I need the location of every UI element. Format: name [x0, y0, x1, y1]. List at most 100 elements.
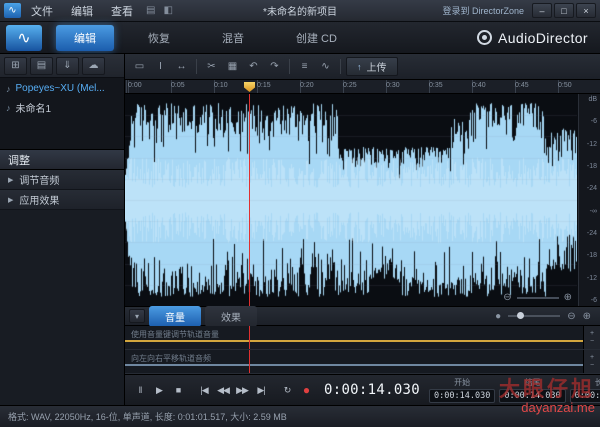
- sidebar-empty-area: [0, 210, 124, 405]
- record-button[interactable]: ●: [297, 380, 315, 400]
- range-tool-icon[interactable]: ↔: [172, 58, 191, 76]
- playhead-marker[interactable]: [244, 82, 255, 92]
- project-title: *未命名的新项目: [263, 3, 337, 18]
- time-tick: 0:20: [300, 82, 314, 89]
- waveform-view-icon[interactable]: ∿: [316, 58, 335, 76]
- zoom-out-icon[interactable]: ⊖: [503, 292, 511, 303]
- capture-icon[interactable]: ▤: [143, 5, 158, 16]
- toolbar-divider: [289, 59, 290, 74]
- upload-button[interactable]: ↑ 上传: [346, 57, 398, 76]
- loop-button[interactable]: ↻: [278, 380, 296, 400]
- audiodirector-window: ∿ 文件 编辑 查看 ▤ ◧ *未命名的新项目 登录到 DirectorZone…: [0, 0, 600, 427]
- bottom-panel-header: ▾ 音量 效果 ● ⊖ ⊕: [125, 306, 600, 326]
- db-scale: dB -6 -12 -18 -24 -∞ -24 -18 -12 -6: [578, 94, 600, 306]
- minus-icon[interactable]: −: [590, 338, 594, 345]
- zoom-out-icon[interactable]: ⊖: [567, 311, 575, 322]
- minimize-button[interactable]: –: [532, 3, 552, 18]
- go-to-start-button[interactable]: |◀: [195, 380, 213, 400]
- collapse-panel-icon[interactable]: ▾: [129, 309, 145, 323]
- apply-effects-expander[interactable]: ▶ 应用效果: [0, 190, 124, 210]
- ibeam-tool-icon[interactable]: I: [151, 58, 170, 76]
- menu-file[interactable]: 文件: [23, 1, 61, 21]
- zoom-slider[interactable]: [517, 297, 559, 299]
- audiodirector-logo-icon: [477, 30, 492, 45]
- playhead-line[interactable]: [249, 94, 250, 306]
- length-label: 长度: [595, 377, 600, 388]
- waveform-canvas[interactable]: [125, 94, 577, 306]
- adjust-audio-expander[interactable]: ▶ 调节音频: [0, 170, 124, 190]
- stop-button[interactable]: ■: [169, 380, 187, 400]
- pause-button[interactable]: ‖: [131, 380, 149, 400]
- slider-knob[interactable]: [517, 312, 524, 319]
- toolbar-divider: [340, 59, 341, 74]
- db-label: -12: [582, 275, 597, 282]
- go-to-end-button[interactable]: ▶|: [252, 380, 270, 400]
- cloud-icon[interactable]: ☁: [82, 57, 105, 75]
- pan-keyframe-lane[interactable]: 向左向右平移轨道音频 + −: [125, 350, 600, 374]
- time-tick: 0:05: [171, 82, 185, 89]
- tab-mix[interactable]: 混音: [204, 25, 262, 51]
- volume-keyframe-lane[interactable]: 使用音量键调节轨道音量 + −: [125, 326, 600, 350]
- tab-create-cd[interactable]: 创建 CD: [278, 25, 355, 51]
- select-tool-icon[interactable]: ▭: [130, 58, 149, 76]
- paste-icon[interactable]: ▦: [223, 58, 242, 76]
- menu-view[interactable]: 查看: [103, 1, 141, 21]
- minus-icon[interactable]: −: [590, 362, 594, 369]
- play-button[interactable]: ▶: [150, 380, 168, 400]
- tab-edit[interactable]: 编辑: [56, 25, 114, 51]
- adjust-panel-header: 调整: [0, 150, 124, 170]
- zoom-in-icon[interactable]: ⊕: [583, 311, 591, 322]
- title-bar: ∿ 文件 编辑 查看 ▤ ◧ *未命名的新项目 登录到 DirectorZone…: [0, 0, 600, 22]
- waveform-view[interactable]: dB -6 -12 -18 -24 -∞ -24 -18 -12 -6 ⊖ ⊕: [125, 94, 600, 306]
- time-tick: 0:40: [472, 82, 486, 89]
- music-note-icon: ♪: [6, 84, 11, 94]
- undo-icon[interactable]: ↶: [244, 58, 263, 76]
- transport-bar: ‖ ▶ ■ |◀ ◀◀ ▶▶ ▶| ↻ ● 0:00:14.030 开始 0:0…: [125, 374, 600, 405]
- close-button[interactable]: ×: [576, 3, 596, 18]
- tab-effects[interactable]: 效果: [205, 306, 257, 327]
- menu-edit[interactable]: 编辑: [63, 1, 101, 21]
- fast-forward-button[interactable]: ▶▶: [233, 380, 251, 400]
- length-value[interactable]: 0:00:00.000: [570, 389, 600, 403]
- tab-restore[interactable]: 恢复: [130, 25, 188, 51]
- download-icon[interactable]: ⇓: [56, 57, 79, 75]
- zoom-in-icon[interactable]: ⊕: [564, 292, 572, 303]
- wave-toolbar: ▭ I ↔ ✂ ▦ ↶ ↷ ≡ ∿ ↑ 上传: [125, 54, 600, 80]
- volume-envelope-line[interactable]: [125, 340, 583, 342]
- mode-bar: ∿ 编辑 恢复 混音 创建 CD AudioDirector: [0, 22, 600, 54]
- length-time-field: 长度 0:00:00.000: [570, 377, 600, 403]
- cut-icon[interactable]: ✂: [202, 58, 221, 76]
- directorzone-login-link[interactable]: 登录到 DirectorZone: [442, 4, 524, 17]
- chevron-right-icon: ▶: [8, 196, 13, 204]
- time-tick: 0:35: [429, 82, 443, 89]
- start-time-field: 开始 0:00:14.030: [429, 377, 495, 403]
- db-label: -∞: [582, 208, 597, 215]
- mixer-icon[interactable]: ≡: [295, 58, 314, 76]
- wave-zoom-controls: ⊖ ⊕: [503, 292, 572, 303]
- plus-icon[interactable]: +: [590, 330, 594, 337]
- volume-lane-label: 使用音量键调节轨道音量: [131, 329, 219, 340]
- media-item-label: 未命名1: [16, 100, 52, 115]
- time-tick: 0:30: [386, 82, 400, 89]
- lane-height-slider[interactable]: [508, 315, 560, 317]
- db-label: -6: [582, 118, 597, 125]
- db-label: -24: [582, 230, 597, 237]
- playhead-line: [249, 326, 250, 349]
- plus-icon[interactable]: +: [590, 354, 594, 361]
- app-logo-icon: ∿: [4, 3, 21, 18]
- maximize-button[interactable]: □: [554, 3, 574, 18]
- start-value[interactable]: 0:00:14.030: [429, 389, 495, 403]
- pan-envelope-line[interactable]: [125, 364, 583, 366]
- folder-icon[interactable]: ▤: [30, 57, 53, 75]
- rewind-button[interactable]: ◀◀: [214, 380, 232, 400]
- display-icon[interactable]: ◧: [160, 5, 175, 16]
- end-value[interactable]: 0:00:14.030: [499, 389, 565, 403]
- list-item[interactable]: ♪ 未命名1: [0, 97, 124, 118]
- brand: AudioDirector: [477, 30, 588, 46]
- timeline-ruler[interactable]: 0:00 0:05 0:10 0:15 0:20 0:25 0:30 0:35 …: [125, 80, 600, 94]
- import-media-icon[interactable]: ⊞: [4, 57, 27, 75]
- list-item[interactable]: ♪ Popeyes~XU (Mel...: [0, 80, 124, 97]
- redo-icon[interactable]: ↷: [265, 58, 284, 76]
- end-label: 结尾: [524, 377, 540, 388]
- tab-volume[interactable]: 音量: [149, 306, 201, 327]
